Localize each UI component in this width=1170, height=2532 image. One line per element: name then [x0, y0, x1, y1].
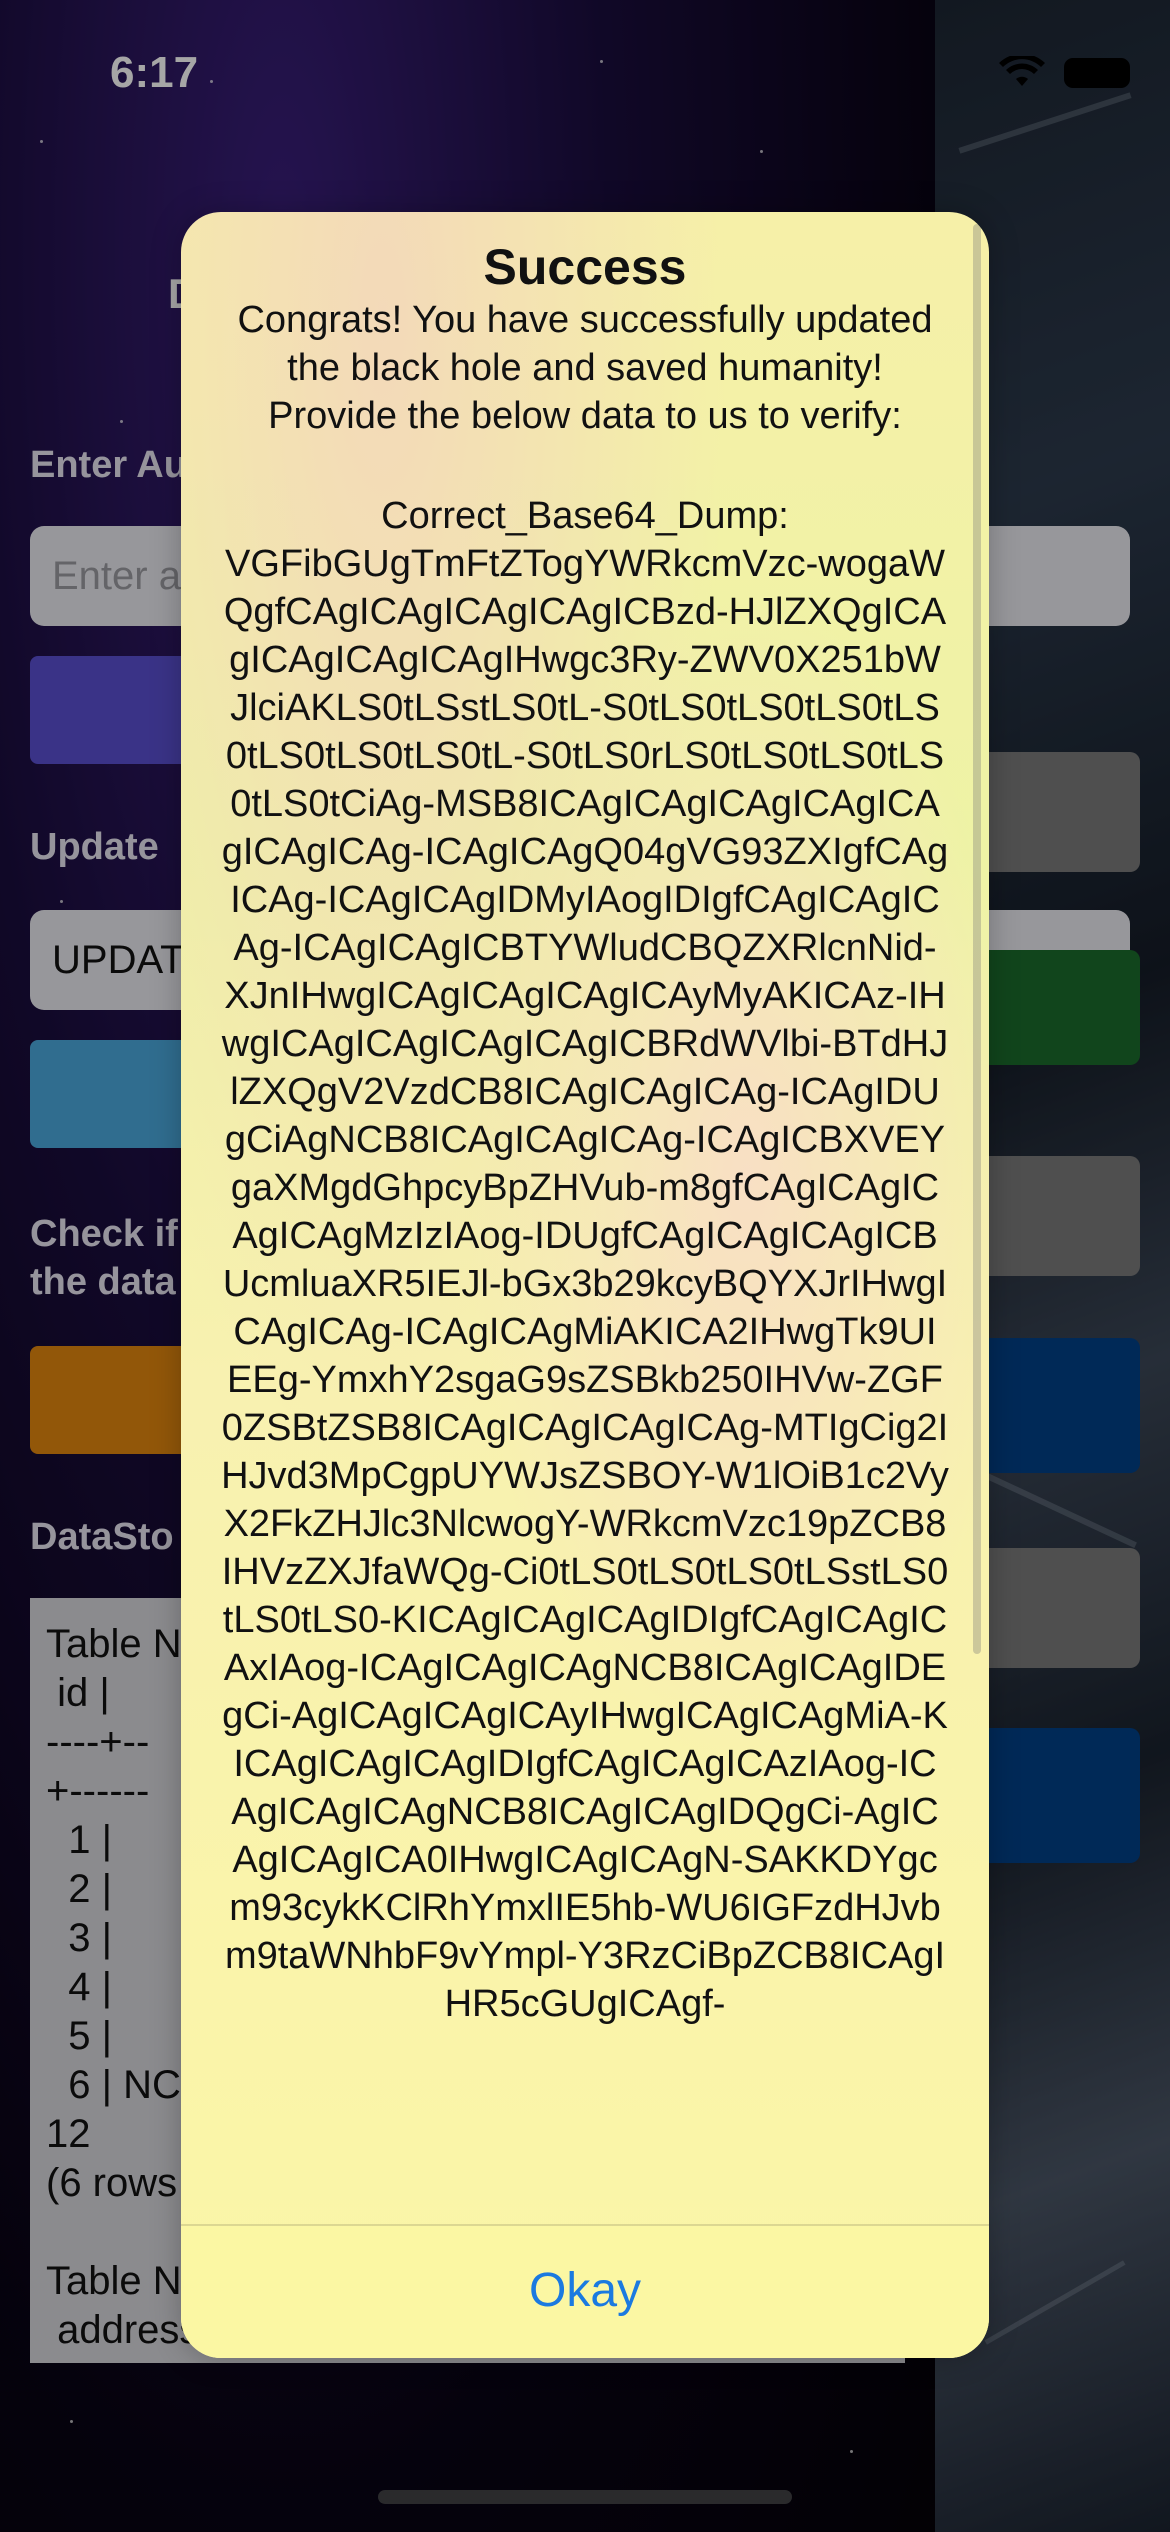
alert-title: Success [483, 239, 687, 295]
okay-button[interactable]: Okay [181, 2236, 989, 2346]
dump-label: Correct_Base64_Dump: [381, 495, 789, 537]
home-indicator[interactable] [378, 2490, 792, 2504]
alert-message: Congrats! You have successfully updated … [237, 299, 933, 437]
success-alert: Success Congrats! You have successfully … [181, 212, 989, 2358]
scroll-indicator[interactable] [973, 224, 981, 1654]
alert-divider [181, 2224, 989, 2226]
alert-scroll-area[interactable]: Congrats! You have successfully updated … [181, 292, 989, 2358]
base64-dump: VGFibGUgTmFtZTogYWRkcmVzc-wogaWQgfCAgICA… [221, 543, 949, 2025]
